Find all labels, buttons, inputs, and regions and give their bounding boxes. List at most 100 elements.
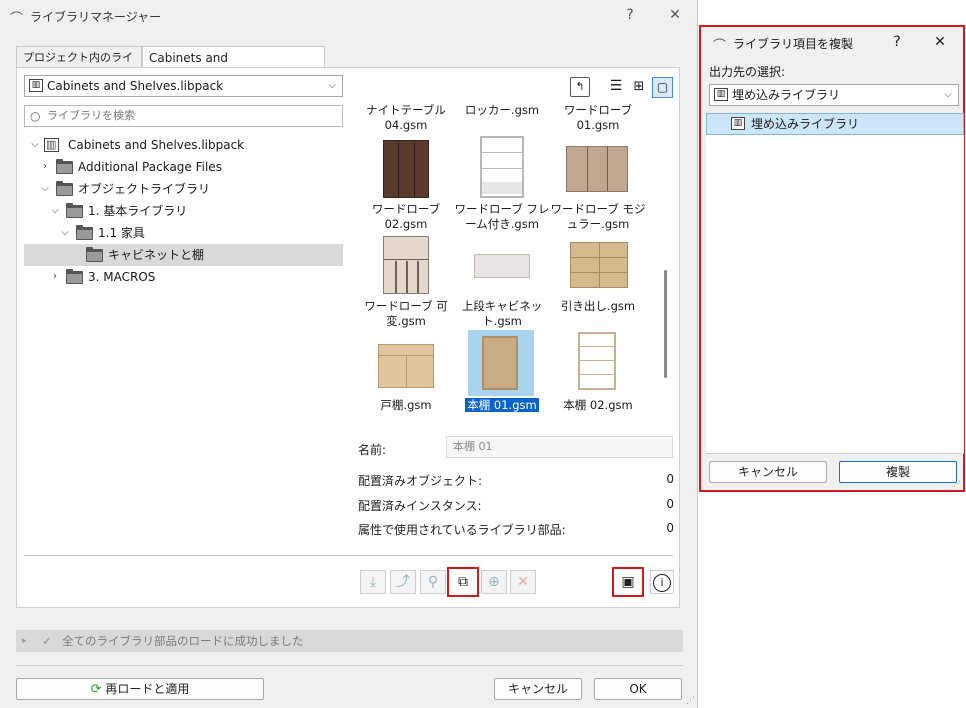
library-select[interactable]: ▥ Cabinets and Shelves.libpack ⌵	[24, 75, 343, 97]
tab-project-libraries[interactable]: プロジェクト内のライブラリ	[16, 46, 142, 86]
info-icon: i	[653, 574, 671, 592]
tree-item-basic-library[interactable]: ⌵ 1. 基本ライブラリ	[24, 200, 343, 222]
attr-parts-value: 0	[666, 521, 674, 535]
grid-item[interactable]: 戸棚.gsm	[358, 398, 454, 413]
tab-libpack[interactable]: Cabinets and Shelves.libpack	[142, 46, 325, 87]
folder-icon	[56, 181, 73, 196]
chevron-down-icon: ⌵	[328, 80, 336, 91]
grid-item-label: ワードローブ フレーム付き.gsm	[454, 202, 550, 231]
cupboard-thumbnail[interactable]	[378, 344, 434, 388]
close-button[interactable]: ✕	[930, 32, 950, 52]
add-from-file-icon: ⤓	[369, 574, 377, 590]
list-item-embedded-library[interactable]: ▥ 埋め込みライブラリ	[706, 113, 964, 135]
folder-up-button[interactable]: ↰	[570, 77, 590, 97]
list-view-button[interactable]: ☰	[606, 77, 626, 97]
grid-item[interactable]: 引き出し.gsm	[550, 299, 646, 314]
library-manager-window: ⌒ ライブラリマネージャー ? ✕ プロジェクト内のライブラリ Cabinets…	[0, 0, 698, 708]
destination-select[interactable]: ▥ 埋め込みライブラリ ⌵	[709, 84, 959, 106]
reload-and-apply-button[interactable]: ⟳ 再ロードと適用	[16, 678, 264, 700]
bookshelf-02-thumbnail[interactable]	[578, 332, 616, 390]
tree-item-label: 1. 基本ライブラリ	[88, 204, 188, 218]
library-tree: ⌵ Cabinets and Shelves.libpack › Additio…	[24, 134, 343, 545]
grid-item[interactable]: 本棚 02.gsm	[550, 398, 646, 413]
drawer-thumbnail[interactable]	[570, 242, 628, 288]
grid-item-label: 上段キャビネット.gsm	[461, 299, 543, 328]
delete-button[interactable]: ✕	[510, 570, 536, 594]
duplicate-button[interactable]: 複製	[839, 461, 957, 483]
check-icon: ✓	[42, 634, 52, 648]
grid-item[interactable]: 上段キャビネット.gsm	[454, 299, 550, 329]
grid-item[interactable]: ナイトテーブル 04.gsm	[358, 104, 454, 133]
save-button[interactable]: ▣	[612, 567, 644, 597]
tree-item-label: キャビネットと棚	[108, 248, 205, 262]
resize-grip-icon[interactable]: ⋰	[686, 696, 695, 706]
export-button[interactable]: ⤴	[390, 570, 416, 594]
grid-item[interactable]: ワードローブ 02.gsm	[358, 202, 454, 232]
help-button[interactable]: ?	[620, 5, 640, 25]
new-object-icon: ⚲	[427, 574, 439, 590]
ok-button[interactable]: OK	[594, 678, 682, 700]
destination-label: 出力先の選択:	[709, 65, 786, 79]
search-placeholder: ライブラリを検索	[47, 109, 135, 122]
search-icon: ○	[30, 109, 41, 123]
resize-grip-icon[interactable]: ⋰	[953, 479, 961, 488]
new-object-button[interactable]: ⚲	[420, 570, 446, 594]
divider	[706, 453, 964, 454]
tree-item-furniture[interactable]: ⌵ 1.1 家具	[24, 222, 343, 244]
grid-view-icon: ⊞	[633, 79, 645, 94]
upper-cabinet-thumbnail[interactable]	[474, 254, 530, 278]
chevron-down-icon: ⌵	[944, 89, 952, 100]
window-title: ライブラリマネージャー	[30, 10, 162, 24]
grid-item-label: 本棚 01.gsm	[465, 398, 539, 412]
bookshelf-01-thumbnail[interactable]	[468, 330, 534, 396]
close-button[interactable]: ✕	[665, 5, 685, 25]
grid-item[interactable]: ワードローブ フレーム付き.gsm	[454, 202, 550, 232]
library-icon: ▥	[731, 117, 745, 130]
chevron-down-icon[interactable]: ⌵	[30, 134, 40, 156]
wardrobe-variable-thumbnail[interactable]	[383, 236, 429, 294]
tree-item-cabinets-and-shelves[interactable]: キャビネットと棚	[24, 244, 343, 266]
list-item-label: 埋め込みライブラリ	[751, 117, 860, 131]
add-object-icon: ⊕	[488, 574, 500, 590]
placed-instances-label: 配置済みインスタンス:	[358, 499, 482, 513]
grid-item[interactable]: ロッカー.gsm	[454, 104, 550, 118]
search-input[interactable]: ○ ライブラリを検索	[24, 105, 343, 127]
tree-item-macros[interactable]: › 3. MACROS	[24, 266, 343, 288]
tree-item-libpack[interactable]: ⌵ Cabinets and Shelves.libpack	[24, 134, 343, 156]
cancel-button[interactable]: キャンセル	[709, 461, 827, 483]
grid-item-label: ワードローブ 02.gsm	[371, 202, 441, 231]
tree-item-object-library[interactable]: ⌵ オブジェクトライブラリ	[24, 178, 343, 200]
grid-item-label: 戸棚.gsm	[380, 398, 432, 412]
chevron-right-icon[interactable]: ›	[50, 266, 60, 288]
chevron-down-icon[interactable]: ⌵	[40, 178, 50, 200]
destination-select-value: 埋め込みライブラリ	[732, 88, 841, 102]
help-button[interactable]: ?	[887, 32, 907, 52]
grid-item-selected[interactable]: 本棚 01.gsm	[454, 398, 550, 413]
large-icon-view-button[interactable]: ▢	[652, 77, 673, 98]
grid-scrollbar[interactable]	[664, 270, 667, 378]
wardrobe-02-thumbnail[interactable]	[383, 140, 429, 198]
grid-item[interactable]: ワードローブ モジュラー.gsm	[550, 202, 646, 232]
tree-item-additional-package-files[interactable]: › Additional Package Files	[24, 156, 343, 178]
grid-item-label: 引き出し.gsm	[560, 299, 636, 313]
tree-item-label: Additional Package Files	[78, 160, 222, 174]
chevron-right-icon[interactable]: ›	[40, 156, 50, 178]
add-object-button[interactable]: ⊕	[481, 570, 507, 594]
info-button[interactable]: i	[650, 570, 674, 594]
grid-item[interactable]: ワードローブ 可変.gsm	[358, 299, 454, 329]
duplicate-object-icon: ⧉	[458, 574, 468, 590]
grid-item[interactable]: ワードローブ 01.gsm	[550, 104, 646, 133]
wardrobe-frame-thumbnail[interactable]	[480, 136, 524, 198]
export-icon: ⤴	[396, 574, 410, 590]
chevron-down-icon[interactable]: ⌵	[60, 222, 70, 244]
status-message: 全てのライブラリ部品のロードに成功しました	[62, 634, 304, 648]
duplicate-object-button[interactable]: ⧉	[447, 567, 479, 597]
cancel-button[interactable]: キャンセル	[494, 678, 582, 700]
tree-item-label: 1.1 家具	[98, 226, 145, 240]
wardrobe-modular-thumbnail[interactable]	[566, 146, 628, 192]
add-from-file-button[interactable]: ⤓	[360, 570, 386, 594]
chevron-down-icon[interactable]: ⌵	[50, 200, 60, 222]
grid-view-button[interactable]: ⊞	[629, 77, 649, 97]
object-grid: ナイトテーブル 04.gsm ロッカー.gsm ワードローブ 01.gsm ワー…	[358, 104, 658, 424]
chevron-right-icon[interactable]: ▸	[22, 630, 27, 652]
